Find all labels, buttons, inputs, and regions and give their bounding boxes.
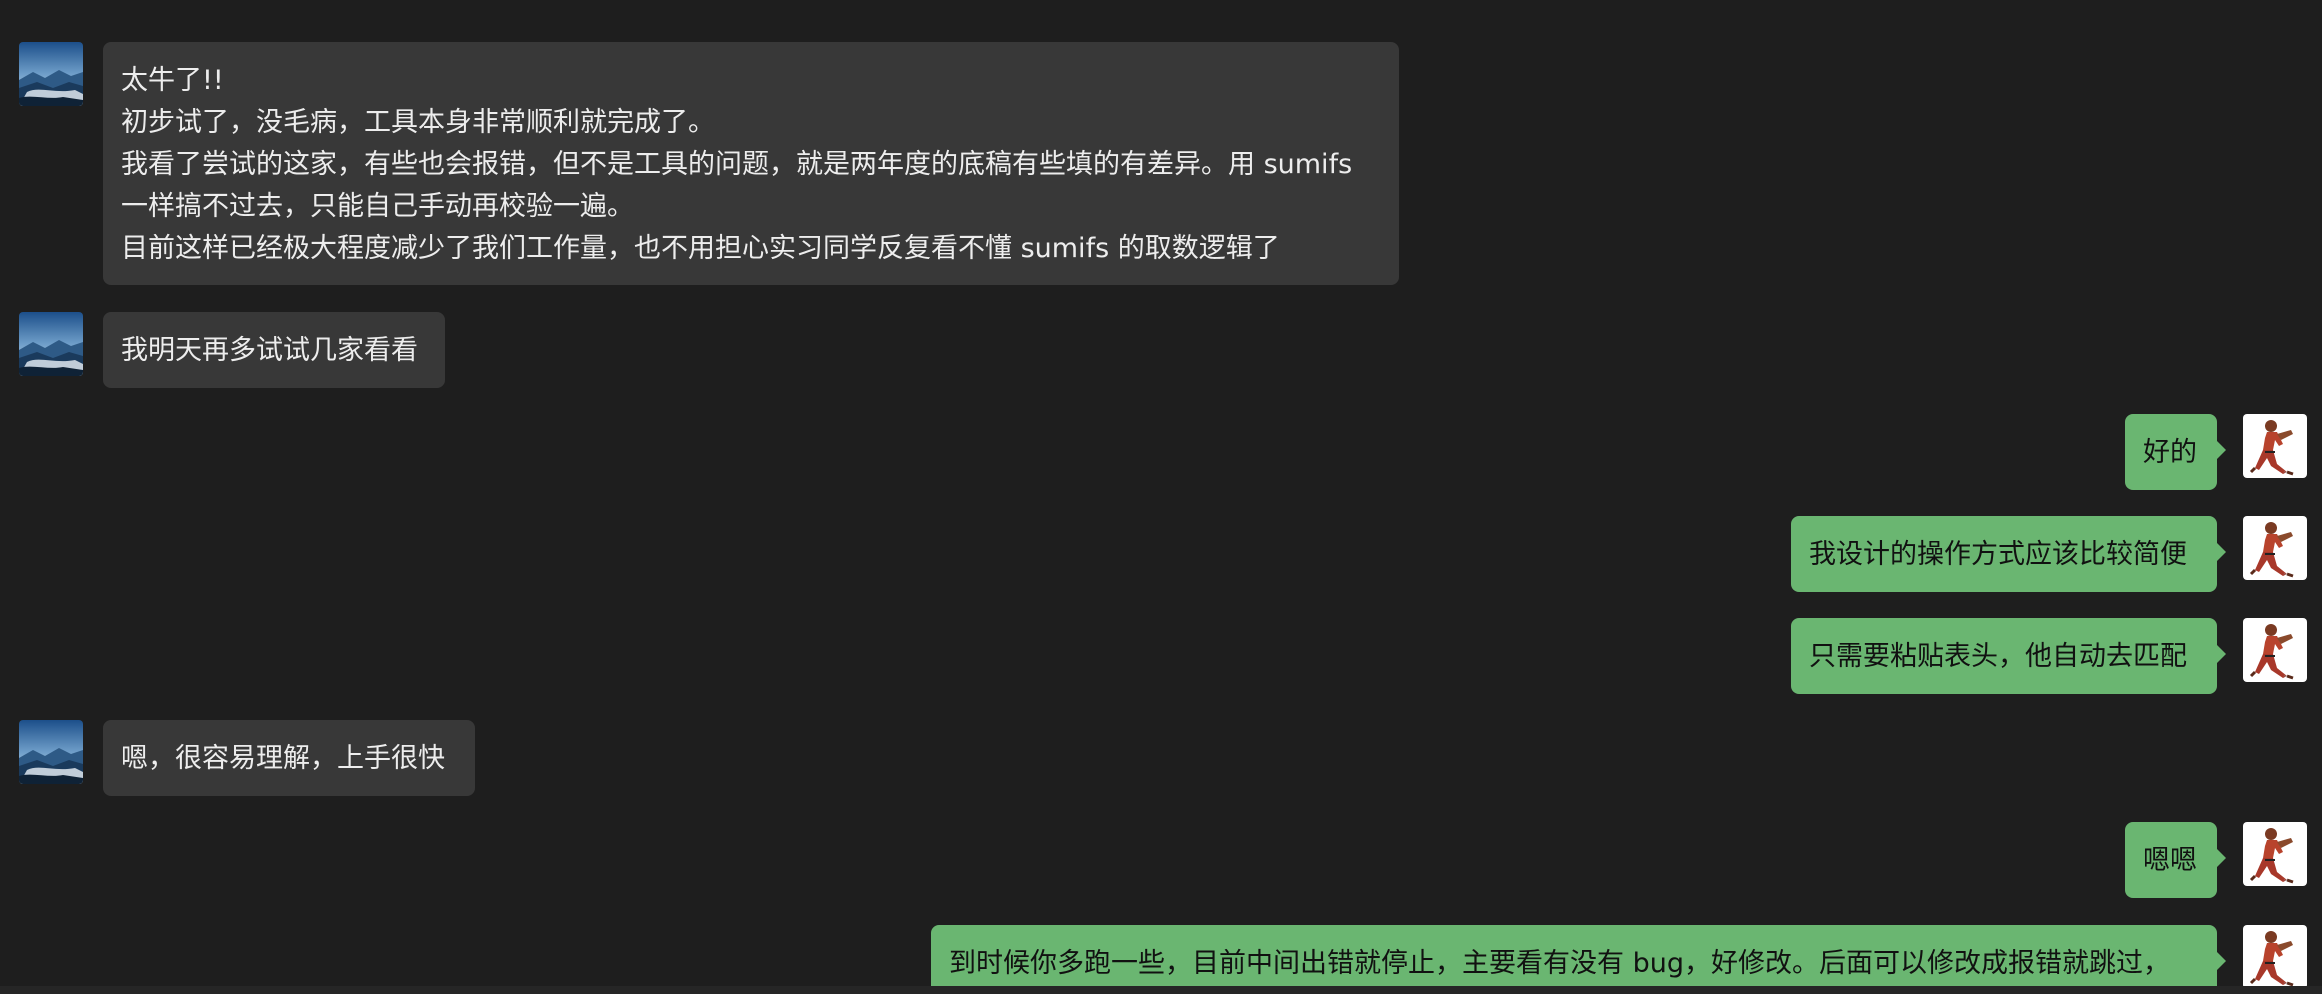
self-avatar[interactable]: [2243, 618, 2307, 682]
message-text: 好的: [2143, 437, 2197, 468]
message-line: 太牛了!!: [121, 65, 224, 96]
bubble-tail: [2217, 849, 2226, 867]
bubble-tail: [2217, 543, 2226, 561]
message-text: 只需要粘贴表头，他自动去匹配: [1809, 641, 2187, 672]
bottom-divider: [0, 986, 2322, 994]
contact-avatar[interactable]: [19, 720, 83, 784]
message-text: 我设计的操作方式应该比较简便: [1809, 539, 2187, 570]
landscape-avatar-icon: [19, 720, 83, 784]
fighter-avatar-icon: [2243, 618, 2307, 682]
message-bubble[interactable]: 到时候你多跑一些，目前中间出错就停止，主要看有没有 bug，好修改。后面可以修改…: [931, 925, 2217, 994]
chat-area[interactable]: 太牛了!! 初步试了，没毛病，工具本身非常顺利就完成了。 我看了尝试的这家，有些…: [0, 0, 2322, 994]
contact-avatar[interactable]: [19, 312, 83, 376]
message-bubble[interactable]: 只需要粘贴表头，他自动去匹配: [1791, 618, 2217, 694]
fighter-avatar-icon: [2243, 822, 2307, 886]
message-bubble[interactable]: 嗯嗯: [2125, 822, 2217, 898]
message-bubble[interactable]: 嗯，很容易理解，上手很快: [103, 720, 475, 796]
landscape-avatar-icon: [19, 312, 83, 376]
message-bubble[interactable]: 我明天再多试试几家看看: [103, 312, 445, 388]
self-avatar[interactable]: [2243, 822, 2307, 886]
self-avatar[interactable]: [2243, 414, 2307, 478]
self-avatar[interactable]: [2243, 516, 2307, 580]
fighter-avatar-icon: [2243, 925, 2307, 989]
message-line: 目前这样已经极大程度减少了我们工作量，也不用担心实习同学反复看不懂 sumifs…: [121, 233, 1280, 264]
message-text: 我明天再多试试几家看看: [121, 335, 418, 366]
message-text: 嗯嗯: [2143, 845, 2197, 876]
fighter-avatar-icon: [2243, 414, 2307, 478]
landscape-avatar-icon: [19, 42, 83, 106]
contact-avatar[interactable]: [19, 42, 83, 106]
message-bubble[interactable]: 我设计的操作方式应该比较简便: [1791, 516, 2217, 592]
message-line: 我看了尝试的这家，有些也会报错，但不是工具的问题，就是两年度的底稿有些填的有差异…: [121, 149, 1353, 180]
message-text: 到时候你多跑一些，目前中间出错就停止，主要看有没有 bug，好修改。后面可以修改…: [949, 948, 2170, 979]
message-line: 初步试了，没毛病，工具本身非常顺利就完成了。: [121, 107, 715, 138]
bubble-tail: [2217, 441, 2226, 459]
message-text: 嗯，很容易理解，上手很快: [121, 743, 445, 774]
message-bubble[interactable]: 太牛了!! 初步试了，没毛病，工具本身非常顺利就完成了。 我看了尝试的这家，有些…: [103, 42, 1399, 285]
message-bubble[interactable]: 好的: [2125, 414, 2217, 490]
message-line: 一样搞不过去，只能自己手动再校验一遍。: [121, 191, 634, 222]
bubble-tail: [2217, 645, 2226, 663]
fighter-avatar-icon: [2243, 516, 2307, 580]
self-avatar[interactable]: [2243, 925, 2307, 989]
bubble-tail: [2217, 952, 2226, 970]
